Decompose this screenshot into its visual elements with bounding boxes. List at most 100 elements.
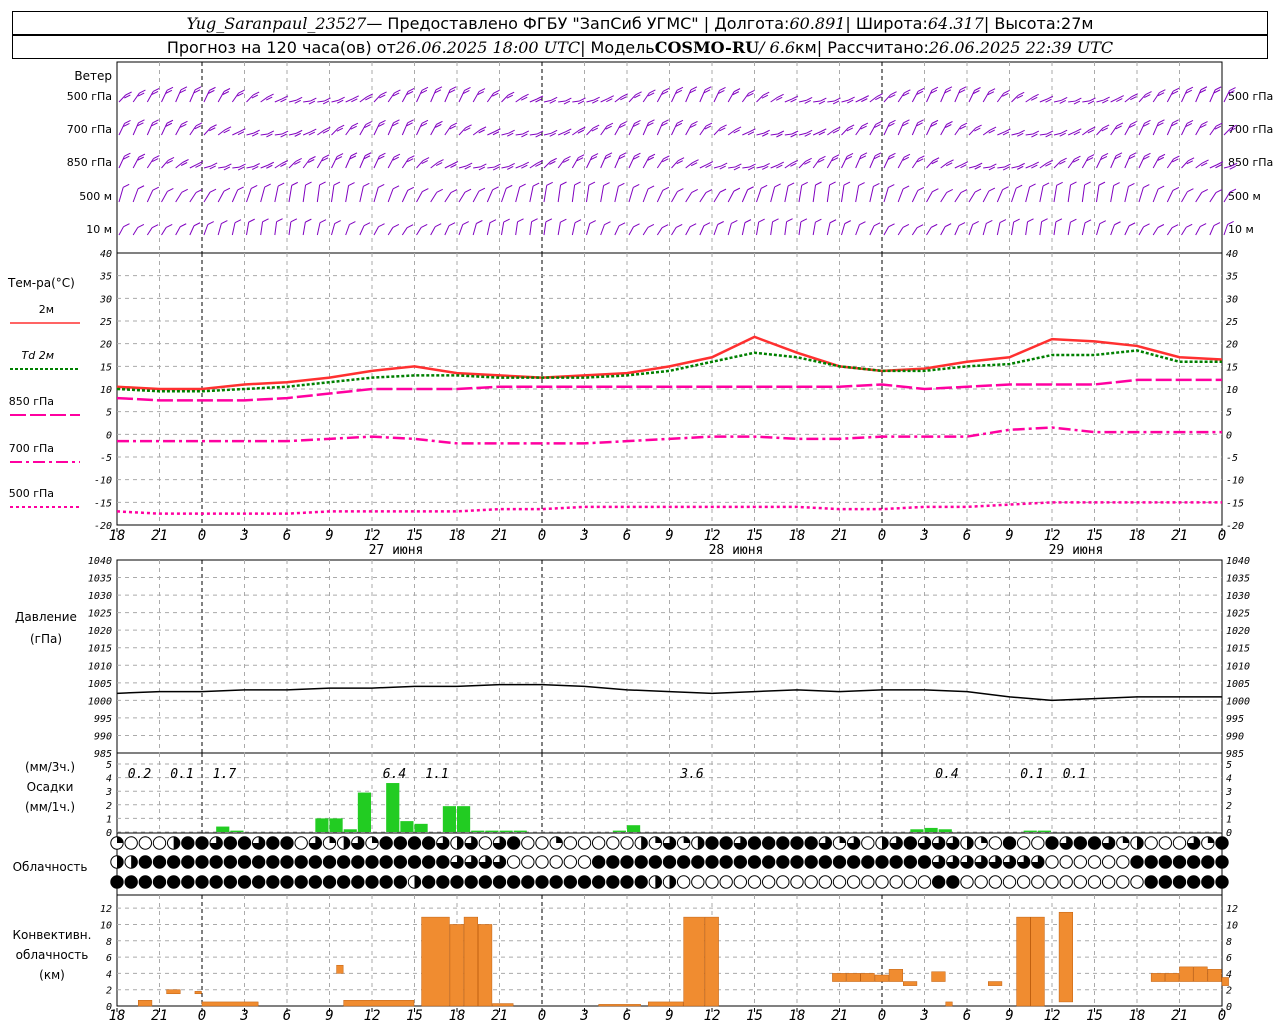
wind-barb-flag	[848, 96, 855, 101]
wind-barb	[515, 133, 523, 136]
wind-barb-flag	[605, 152, 613, 157]
wind-barb-flag	[1201, 121, 1208, 126]
conv-cloud-bar	[492, 1003, 514, 1007]
wind-barb	[826, 184, 831, 203]
precip-total-label: 0.1	[1063, 767, 1086, 782]
wind-barb	[118, 226, 124, 236]
wind-barb	[161, 227, 167, 236]
precip-total-label: 0.1	[170, 767, 193, 782]
wind-barb-flag	[421, 86, 429, 91]
cloud-cover-symbol	[1045, 875, 1059, 889]
wind-barb-flag	[406, 224, 414, 229]
wind-barb-flag	[309, 156, 316, 160]
wind-barb-flag	[719, 87, 726, 91]
wind-barb	[416, 123, 423, 136]
cloud-cover-symbol	[351, 875, 365, 889]
wind-barb	[571, 184, 576, 203]
wind-barb-flag	[875, 121, 882, 125]
cloud-cover-fill	[457, 836, 464, 850]
x-axis-lower-label: 12	[704, 1008, 721, 1024]
wind-barb	[132, 92, 140, 103]
wind-barb	[203, 90, 210, 103]
wind-barb-flag	[1070, 218, 1077, 223]
wind-barb-flag	[505, 184, 513, 189]
cloud-cover-symbol	[790, 836, 804, 850]
wind-barb-flag	[1116, 122, 1124, 127]
wind-barb	[486, 92, 495, 103]
wind-barb	[996, 93, 1005, 103]
cloud-cover-symbol	[577, 875, 592, 889]
wind-barb	[288, 99, 297, 103]
wind-barb	[798, 132, 807, 136]
wind-barb-flag	[691, 120, 698, 125]
wind-barb	[458, 191, 466, 203]
pressure-ytick: 1015	[88, 644, 112, 655]
wind-barb-flag	[591, 153, 599, 157]
wind-barb-flag	[1029, 183, 1036, 188]
wind-barb	[1152, 188, 1159, 203]
cloud-cover-symbol	[322, 875, 337, 889]
precip-bar	[457, 806, 471, 832]
wind-barb	[1138, 94, 1146, 103]
cloud-cover-symbol	[889, 875, 903, 889]
conv-cloud-bar	[988, 981, 1003, 986]
temp-ytick: -10	[94, 476, 112, 487]
cloud-cover-symbol	[138, 875, 153, 889]
wind-barb-flag	[334, 220, 341, 224]
wind-barb-flag	[224, 126, 232, 131]
cloud-cover-symbol	[648, 855, 663, 869]
cloud-cover-symbol	[1087, 875, 1102, 889]
cloud-cover-symbol	[761, 875, 776, 889]
cloud-cover-symbol	[747, 875, 762, 889]
pressure-ytick-right: 1010	[1226, 661, 1250, 672]
cloud-cover-symbol	[1158, 875, 1173, 889]
cloud-cover-symbol	[804, 836, 818, 850]
wind-barb	[1195, 192, 1203, 203]
wind-barb	[1053, 132, 1062, 136]
wind-barb-flag	[550, 96, 558, 101]
cloud-cover-symbol	[761, 836, 776, 850]
cloud-cover-fill	[343, 836, 350, 850]
cloud-cover-symbol	[1172, 875, 1187, 889]
wind-barb-flag	[436, 120, 443, 125]
wind-barb-flag	[618, 222, 626, 227]
wind-barb-flag	[578, 154, 585, 159]
precip-ytick-right: 3	[1225, 787, 1232, 798]
wind-barb-flag	[860, 152, 868, 157]
conv-cloud-bar	[343, 1000, 415, 1007]
wind-barb-flag	[351, 122, 359, 127]
wind-barb-flag	[843, 181, 851, 186]
wind-barb	[1053, 185, 1058, 203]
wind-barb-flag	[138, 119, 145, 124]
wind-barb	[458, 127, 466, 136]
wind-barb	[203, 191, 211, 203]
wind-barb-flag	[464, 188, 472, 193]
wind-barb	[812, 184, 817, 203]
wind-barb-flag	[1215, 189, 1223, 194]
wind-barb	[685, 226, 691, 236]
x-axis-upper-label: 6	[623, 528, 631, 544]
cloud-cover-symbol	[549, 855, 563, 869]
wind-barb-flag	[917, 119, 924, 124]
cloud-cover-symbol	[535, 855, 549, 869]
wind-barb-flag	[1004, 128, 1011, 133]
cloud-cover-symbol	[1158, 836, 1173, 850]
wind-barb	[841, 99, 849, 103]
cloud-cover-symbol	[1002, 875, 1017, 889]
cloud-cover-symbol	[861, 875, 875, 889]
wind-barb-flag	[1172, 119, 1179, 124]
conv-cloud-bar	[598, 1004, 641, 1007]
wind-barb-flag	[1172, 187, 1180, 191]
cloud-cover-symbol	[379, 875, 393, 889]
wind-barb-flag	[290, 218, 298, 223]
precip-bar	[343, 829, 357, 832]
wind-barb-flag	[239, 128, 246, 133]
precip-ytick-right: 0	[1226, 828, 1232, 839]
wind-barb	[1053, 221, 1057, 236]
wind-barb-flag	[1056, 181, 1063, 186]
cloud-cover-symbol	[988, 875, 1003, 889]
cloud-cover-fill	[372, 836, 379, 843]
wind-barb-flag	[975, 124, 982, 129]
wind-barb	[175, 124, 182, 136]
precip-total-label: 6.4	[383, 767, 406, 782]
